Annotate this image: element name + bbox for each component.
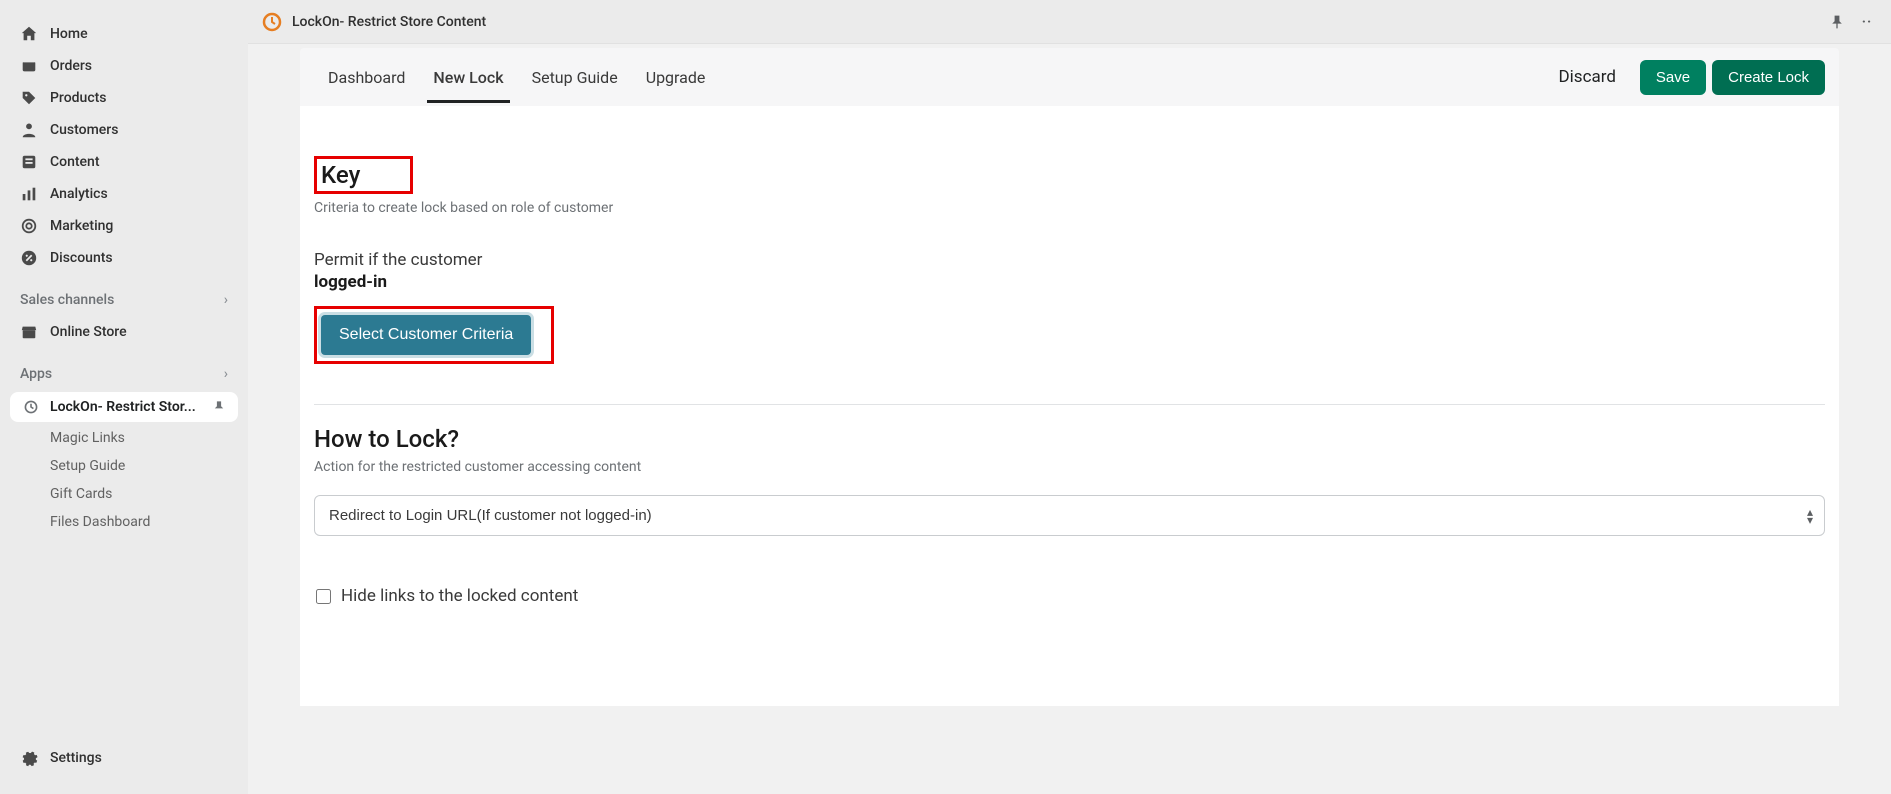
sidebar-item-content[interactable]: Content	[0, 146, 248, 178]
tab-dashboard[interactable]: Dashboard	[314, 52, 419, 103]
sidebar-item-label: Products	[50, 90, 107, 106]
sidebar-item-analytics[interactable]: Analytics	[0, 178, 248, 210]
target-icon	[20, 217, 38, 235]
sidebar-section-label: Sales channels	[20, 292, 114, 308]
hide-links-label: Hide links to the locked content	[341, 586, 578, 606]
sidebar-item-label: Marketing	[50, 218, 113, 234]
lock-app-icon	[22, 398, 40, 416]
key-section: Key Criteria to create lock based on rol…	[314, 136, 1825, 405]
discard-link[interactable]: Discard	[1541, 67, 1634, 87]
key-title: Key	[321, 161, 360, 189]
sidebar-item-label: Discounts	[50, 250, 113, 266]
sidebar-subitem-files-dashboard[interactable]: Files Dashboard	[0, 508, 248, 536]
key-desc: Criteria to create lock based on role of…	[314, 200, 1825, 216]
app-logo-icon	[262, 12, 282, 32]
tab-setup-guide[interactable]: Setup Guide	[518, 52, 632, 103]
store-icon	[20, 323, 38, 341]
hide-links-row[interactable]: Hide links to the locked content	[314, 586, 1825, 606]
create-lock-button[interactable]: Create Lock	[1712, 60, 1825, 95]
sidebar-item-label: Orders	[50, 58, 92, 74]
sidebar-subitem-setup-guide[interactable]: Setup Guide	[0, 452, 248, 480]
highlight-box-key: Key	[314, 156, 413, 194]
sidebar-item-customers[interactable]: Customers	[0, 114, 248, 146]
sidebar-item-label: Settings	[50, 750, 102, 766]
sidebar-item-online-store[interactable]: Online Store	[0, 316, 248, 348]
sidebar-item-settings[interactable]: Settings	[0, 742, 248, 774]
main-area: LockOn- Restrict Store Content ·· Dashbo…	[248, 0, 1891, 794]
sidebar-item-label: Analytics	[50, 186, 108, 202]
sidebar-item-marketing[interactable]: Marketing	[0, 210, 248, 242]
more-icon[interactable]: ··	[1857, 12, 1877, 32]
permit-label: Permit if the customer	[314, 250, 1825, 270]
sidebar-item-label: Online Store	[50, 324, 127, 340]
how-desc: Action for the restricted customer acces…	[314, 459, 1825, 475]
sidebar-item-orders[interactable]: Orders	[0, 50, 248, 82]
user-icon	[20, 121, 38, 139]
sidebar-section-sales-channels[interactable]: Sales channels ›	[0, 284, 248, 316]
sidebar-app-label: LockOn- Restrict Stor...	[50, 399, 202, 415]
permit-value: logged-in	[314, 272, 1825, 292]
save-button[interactable]: Save	[1640, 60, 1706, 95]
sidebar-app-lockon[interactable]: LockOn- Restrict Stor...	[10, 392, 238, 422]
select-customer-criteria-button[interactable]: Select Customer Criteria	[321, 315, 531, 355]
app-title: LockOn- Restrict Store Content	[292, 14, 486, 30]
topbar: LockOn- Restrict Store Content ··	[248, 0, 1891, 44]
hide-links-checkbox[interactable]	[316, 589, 331, 604]
tabbar: Dashboard New Lock Setup Guide Upgrade D…	[300, 48, 1839, 106]
sidebar-item-products[interactable]: Products	[0, 82, 248, 114]
pin-icon[interactable]	[212, 400, 226, 414]
chevron-right-icon: ›	[224, 292, 228, 308]
discount-icon	[20, 249, 38, 267]
tag-icon	[20, 89, 38, 107]
how-to-lock-section: How to Lock? Action for the restricted c…	[314, 405, 1825, 646]
home-icon	[20, 25, 38, 43]
gear-icon	[20, 749, 38, 767]
tab-upgrade[interactable]: Upgrade	[632, 52, 720, 103]
highlight-box-criteria: Select Customer Criteria	[314, 306, 554, 364]
sidebar-item-label: Home	[50, 26, 88, 42]
sidebar-section-apps[interactable]: Apps ›	[0, 358, 248, 390]
sidebar-item-label: Content	[50, 154, 100, 170]
sidebar-item-label: Customers	[50, 122, 118, 138]
sidebar: Home Orders Products Customers Content A…	[0, 0, 248, 794]
lock-action-select[interactable]: Redirect to Login URL(If customer not lo…	[314, 495, 1825, 536]
sidebar-subitem-gift-cards[interactable]: Gift Cards	[0, 480, 248, 508]
sidebar-subitem-magic-links[interactable]: Magic Links	[0, 424, 248, 452]
pin-icon[interactable]	[1827, 12, 1847, 32]
sidebar-item-discounts[interactable]: Discounts	[0, 242, 248, 274]
tab-new-lock[interactable]: New Lock	[419, 52, 517, 103]
sidebar-section-label: Apps	[20, 366, 52, 382]
form-panel: Key Criteria to create lock based on rol…	[300, 106, 1839, 706]
analytics-icon	[20, 185, 38, 203]
sidebar-item-home[interactable]: Home	[0, 18, 248, 50]
content-icon	[20, 153, 38, 171]
how-title: How to Lock?	[314, 425, 1825, 453]
orders-icon	[20, 57, 38, 75]
chevron-right-icon: ›	[224, 366, 228, 382]
